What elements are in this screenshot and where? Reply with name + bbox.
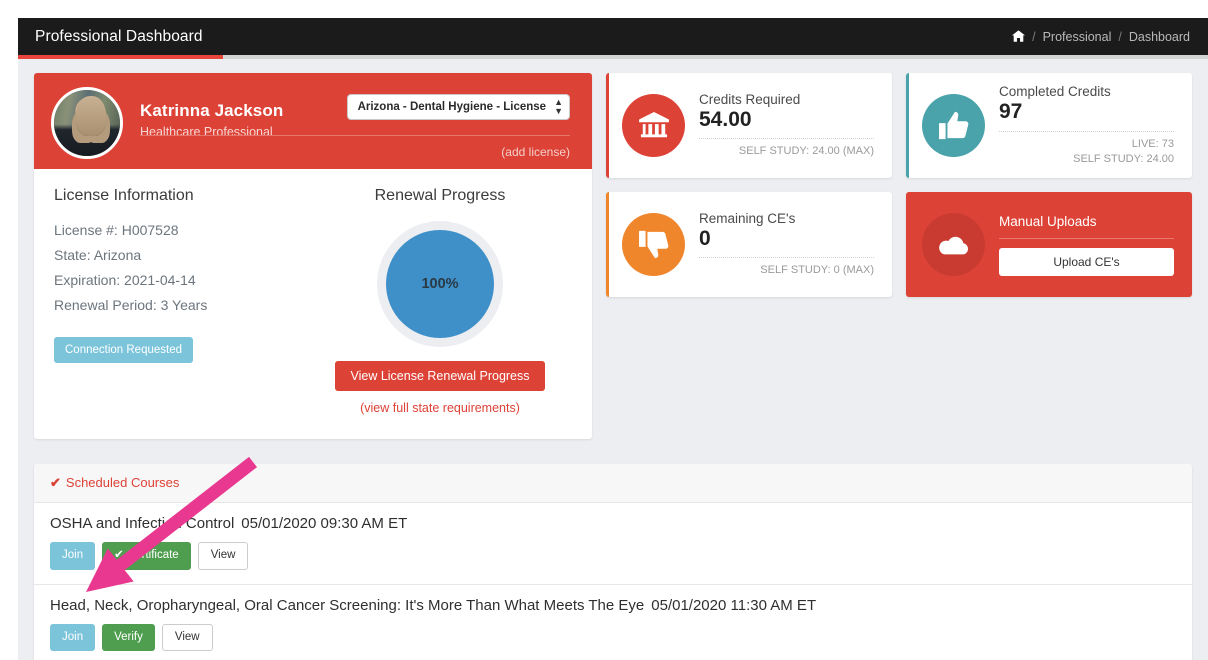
breadcrumb-separator-2: / bbox=[1118, 29, 1122, 44]
certificate-button[interactable]: ✔ Certificate bbox=[102, 542, 191, 570]
renewal-progress-donut: 100% bbox=[377, 221, 503, 347]
stats-grid: Credits Required 54.00 SELF STUDY: 24.00… bbox=[606, 73, 1192, 297]
stat-sub-0: SELF STUDY: 0 (MAX) bbox=[760, 264, 874, 277]
breadcrumb-item-dashboard[interactable]: Dashboard bbox=[1129, 30, 1190, 44]
profile-body: License Information License #: H007528 S… bbox=[34, 169, 592, 439]
view-button[interactable]: View bbox=[161, 623, 213, 651]
stat-card-remaining-ces: Remaining CE's 0 SELF STUDY: 0 (MAX) bbox=[606, 192, 892, 297]
table-row: Head, Neck, Oropharyngeal, Oral Cancer S… bbox=[34, 585, 1192, 660]
thumbs-up-icon bbox=[922, 94, 985, 157]
stat-card-completed-credits: Completed Credits 97 LIVE: 73 SELF STUDY… bbox=[906, 73, 1192, 178]
connection-requested-button[interactable]: Connection Requested bbox=[54, 337, 193, 363]
license-renewal-period: Renewal Period: 3 Years bbox=[54, 297, 208, 313]
course-title: OSHA and Infection Control bbox=[50, 515, 235, 532]
course-actions: Join ✔ Certificate View bbox=[50, 542, 1176, 570]
stat-label: Remaining CE's bbox=[699, 210, 796, 226]
page-content: Professional Dashboard / Professional / … bbox=[18, 18, 1208, 660]
course-datetime: 05/01/2020 11:30 AM ET bbox=[651, 596, 817, 614]
page-load-progressbar bbox=[18, 55, 1208, 59]
stat-sub-1: SELF STUDY: 24.00 bbox=[1073, 152, 1174, 165]
check-icon: ✔ bbox=[50, 475, 61, 490]
manual-uploads-label: Manual Uploads bbox=[999, 213, 1097, 229]
avatar bbox=[51, 87, 123, 159]
license-select-value: Arizona - Dental Hygiene - License bbox=[357, 101, 547, 113]
breadcrumb: / Professional / Dashboard bbox=[1012, 30, 1190, 44]
profile-name: Katrinna Jackson bbox=[140, 101, 284, 120]
stat-sub-0: LIVE: 73 bbox=[1131, 137, 1174, 150]
course-title-line: OSHA and Infection Control 05/01/2020 09:… bbox=[50, 515, 1176, 532]
home-icon[interactable] bbox=[1012, 29, 1026, 44]
cloud-icon bbox=[922, 213, 985, 276]
top-navbar: Professional Dashboard / Professional / … bbox=[18, 18, 1208, 55]
license-state: State: Arizona bbox=[54, 247, 142, 263]
renewal-progress-heading: Renewal Progress bbox=[374, 187, 506, 204]
renewal-progress: Renewal Progress 100% View License Renew… bbox=[324, 187, 572, 415]
renewal-progress-percent: 100% bbox=[386, 230, 494, 338]
stat-value: 0 bbox=[699, 226, 711, 250]
scheduled-courses-card: ✔ Scheduled Courses OSHA and Infection Co… bbox=[34, 464, 1192, 660]
table-row: OSHA and Infection Control 05/01/2020 09:… bbox=[34, 503, 1192, 585]
course-actions: Join Verify View bbox=[50, 623, 1176, 651]
course-datetime: 05/01/2020 09:30 AM ET bbox=[241, 515, 408, 532]
screenshot-viewport: Professional Dashboard / Professional / … bbox=[0, 0, 1208, 660]
course-title-line: Head, Neck, Oropharyngeal, Oral Cancer S… bbox=[50, 597, 1176, 614]
course-title: Head, Neck, Oropharyngeal, Oral Cancer S… bbox=[50, 596, 645, 614]
license-number: License #: H007528 bbox=[54, 222, 179, 238]
view-button[interactable]: View bbox=[197, 542, 249, 570]
dashboard-body: Katrinna Jackson Healthcare Professional… bbox=[18, 59, 1208, 660]
license-select[interactable]: Arizona - Dental Hygiene - License ▲ ▼ bbox=[346, 94, 570, 120]
breadcrumb-separator-1: / bbox=[1032, 29, 1036, 44]
stat-value: 97 bbox=[999, 100, 1023, 124]
join-button[interactable]: Join bbox=[50, 623, 96, 651]
stat-sub-0: SELF STUDY: 24.00 (MAX) bbox=[738, 145, 874, 158]
breadcrumb-item-professional[interactable]: Professional bbox=[1043, 30, 1112, 44]
profile-card: Katrinna Jackson Healthcare Professional… bbox=[34, 73, 592, 439]
license-information: License Information License #: H007528 S… bbox=[54, 187, 324, 415]
join-button[interactable]: Join bbox=[50, 542, 96, 570]
license-information-heading: License Information bbox=[54, 187, 194, 204]
add-license-row: (add license) bbox=[140, 135, 570, 161]
manual-uploads-card: Manual Uploads Upload CE's bbox=[906, 192, 1192, 297]
verify-button[interactable]: Verify bbox=[102, 623, 155, 651]
thumbs-down-icon bbox=[622, 213, 685, 276]
upload-ces-button[interactable]: Upload CE's bbox=[999, 247, 1174, 276]
add-license-link[interactable]: (add license) bbox=[501, 145, 570, 159]
chevron-updown-icon: ▲ ▼ bbox=[554, 97, 563, 116]
stat-label: Credits Required bbox=[699, 91, 801, 107]
stat-card-credits-required: Credits Required 54.00 SELF STUDY: 24.00… bbox=[606, 73, 892, 178]
view-full-state-requirements-link[interactable]: (view full state requirements) bbox=[324, 401, 556, 415]
license-expiration: Expiration: 2021-04-14 bbox=[54, 272, 196, 288]
scheduled-courses-header[interactable]: ✔ Scheduled Courses bbox=[34, 464, 1192, 503]
bank-icon bbox=[622, 94, 685, 157]
view-license-renewal-progress-button[interactable]: View License Renewal Progress bbox=[335, 361, 545, 391]
page-title: Professional Dashboard bbox=[35, 27, 203, 45]
stat-value: 54.00 bbox=[699, 107, 752, 131]
profile-header: Katrinna Jackson Healthcare Professional… bbox=[34, 73, 592, 169]
scheduled-courses-title: Scheduled Courses bbox=[65, 475, 180, 490]
stat-label: Completed Credits bbox=[999, 84, 1111, 100]
